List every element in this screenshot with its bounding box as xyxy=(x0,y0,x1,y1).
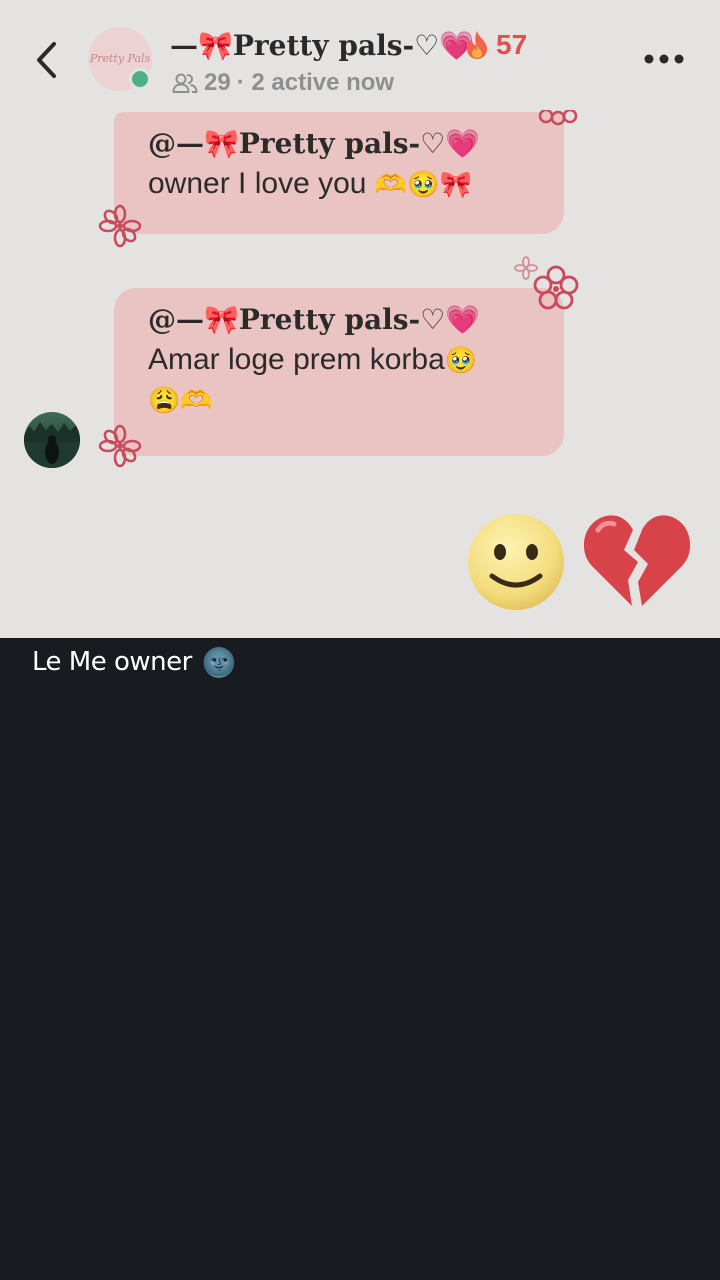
new-moon-face-icon: 🌚 xyxy=(201,645,237,679)
mention-text: @—🎀Pretty pals-♡ xyxy=(148,303,446,336)
message-text: owner I love you 🫶🥹🎀 xyxy=(148,164,530,204)
member-count: 29 xyxy=(204,69,231,96)
flower-icon xyxy=(533,265,579,310)
screen: Pretty Pals —🎀Pretty pals-♡ 💗 57 29 · 2 … xyxy=(0,0,720,1280)
active-status: · 2 active now xyxy=(236,69,395,96)
flower-icon xyxy=(538,110,578,126)
message-body: owner I love you xyxy=(148,167,367,200)
mention-text: @—🎀Pretty pals-♡ xyxy=(148,127,446,160)
message-mention: @—🎀Pretty pals-♡💗 xyxy=(148,124,530,164)
slightly-smiling-face-icon xyxy=(468,514,564,610)
flower-icon xyxy=(98,424,142,468)
streak-badge: 57 xyxy=(464,26,527,64)
chat-screenshot: Pretty Pals —🎀Pretty pals-♡ 💗 57 29 · 2 … xyxy=(0,0,720,638)
sender-avatar-image xyxy=(24,412,80,468)
message-emojis: 😩🫶 xyxy=(148,385,213,415)
fire-icon xyxy=(467,31,487,59)
more-options-button[interactable] xyxy=(640,40,688,78)
message-emojis: 🫶🥹🎀 xyxy=(374,169,472,199)
message-text-line2: 😩🫶 xyxy=(148,380,530,420)
caption-text: Le Me owner xyxy=(32,647,192,677)
message-bubble[interactable]: @—🎀Pretty pals-♡💗 Amar loge prem korba🥹 … xyxy=(114,288,564,456)
group-title[interactable]: —🎀Pretty pals-♡ 💗 xyxy=(170,26,474,64)
more-horizontal-icon xyxy=(644,54,684,64)
member-status[interactable]: 29 · 2 active now xyxy=(172,68,394,98)
message-body: Amar loge prem korba xyxy=(148,343,445,376)
flower-icon xyxy=(98,204,142,248)
sender-avatar[interactable] xyxy=(24,412,80,468)
message-text: Amar loge prem korba🥹 xyxy=(148,340,530,380)
video-caption: Le Me owner 🌚 xyxy=(32,640,237,684)
back-button[interactable] xyxy=(26,36,66,84)
mention-emoji: 💗 xyxy=(445,127,481,160)
message-emojis: 🥹 xyxy=(444,345,478,375)
members-icon xyxy=(172,73,198,93)
broken-heart-icon xyxy=(583,515,691,606)
chevron-left-icon xyxy=(37,42,56,78)
online-indicator xyxy=(129,68,151,90)
message-mention: @—🎀Pretty pals-♡💗 xyxy=(148,300,530,340)
group-name: —🎀Pretty pals-♡ xyxy=(170,28,440,62)
group-avatar-text: Pretty Pals xyxy=(89,52,151,65)
streak-count: 57 xyxy=(496,29,528,60)
message-bubble[interactable]: @—🎀Pretty pals-♡💗 owner I love you 🫶🥹🎀 xyxy=(114,112,564,234)
mention-emoji: 💗 xyxy=(445,303,481,336)
